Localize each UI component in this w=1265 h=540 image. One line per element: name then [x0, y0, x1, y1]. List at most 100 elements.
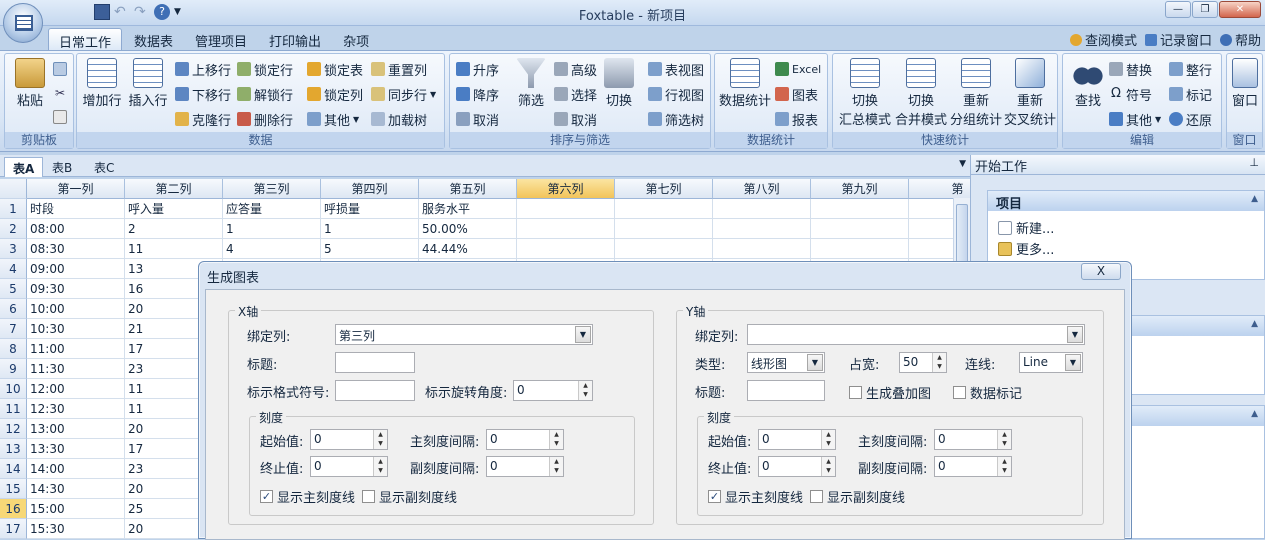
mark-button[interactable]: 标记: [1169, 84, 1212, 104]
unlock-row-button[interactable]: 解锁行: [237, 84, 293, 104]
record-window-link[interactable]: 记录窗口: [1144, 30, 1212, 49]
stacked-chart-checkbox[interactable]: 生成叠加图: [849, 383, 931, 402]
table-cell[interactable]: 1: [223, 219, 321, 239]
table-cell[interactable]: 5: [321, 239, 419, 259]
y-show-major-gridline-checkbox[interactable]: ✓ 显示主刻度线: [708, 487, 803, 506]
table-cell[interactable]: 10:30: [27, 319, 125, 339]
close-window-button[interactable]: ✕: [1219, 1, 1261, 18]
spinner-arrows-icon[interactable]: ▲ ▼: [997, 430, 1011, 449]
tab-data-table[interactable]: 数据表: [124, 28, 183, 50]
table-cell[interactable]: 12:30: [27, 399, 125, 419]
tab-misc[interactable]: 杂项: [333, 28, 379, 50]
dialog-close-button[interactable]: X: [1081, 263, 1121, 280]
spinner-arrows-icon[interactable]: ▲ ▼: [997, 457, 1011, 476]
chevron-down-icon[interactable]: ▼: [1067, 326, 1083, 343]
table-cell[interactable]: 50.00%: [419, 219, 517, 239]
table-cell[interactable]: 13:00: [27, 419, 125, 439]
app-menu-button[interactable]: [3, 3, 43, 43]
tab-manage-project[interactable]: 管理项目: [185, 28, 257, 50]
row-header[interactable]: 16: [0, 499, 27, 519]
collapse-icon[interactable]: ▲: [1251, 409, 1258, 419]
help-link[interactable]: 帮助: [1219, 30, 1261, 49]
y-start-value-stepper[interactable]: 0 ▲ ▼: [758, 429, 836, 450]
table-cell[interactable]: 11:00: [27, 339, 125, 359]
y-show-minor-gridline-checkbox[interactable]: 显示副刻度线: [810, 487, 905, 506]
data-other-button[interactable]: 其他 ▼: [307, 109, 359, 129]
data-stats-button[interactable]: 数据统计: [719, 58, 771, 109]
y-width-stepper[interactable]: 50 ▲ ▼: [899, 352, 947, 373]
collapse-icon[interactable]: ▲: [1251, 319, 1258, 329]
row-view-button[interactable]: 行视图: [648, 84, 704, 104]
row-header[interactable]: 11: [0, 399, 27, 419]
restore-button[interactable]: ❐: [1192, 1, 1218, 18]
filter-button[interactable]: 筛选: [508, 58, 554, 109]
x-end-value-stepper[interactable]: 0 ▲ ▼: [310, 456, 388, 477]
sort-cancel-button[interactable]: 取消: [456, 109, 499, 129]
spinner-arrows-icon[interactable]: ▲ ▼: [549, 430, 563, 449]
spinner-arrows-icon[interactable]: ▲ ▼: [578, 381, 592, 400]
advanced-filter-button[interactable]: 高级: [554, 59, 597, 79]
table-cell[interactable]: [615, 219, 713, 239]
collapse-icon[interactable]: ▲: [1251, 194, 1258, 204]
clone-row-button[interactable]: 克隆行: [175, 109, 231, 129]
table-row[interactable]: 3 08:30 11 4 5 44.44%: [0, 239, 970, 259]
minimize-button[interactable]: —: [1165, 1, 1191, 18]
row-header[interactable]: 4: [0, 259, 27, 279]
row-header[interactable]: 15: [0, 479, 27, 499]
row-header[interactable]: 9: [0, 359, 27, 379]
table-cell[interactable]: 14:30: [27, 479, 125, 499]
column-header[interactable]: 第一列: [27, 179, 125, 199]
spinner-arrows-icon[interactable]: ▲ ▼: [821, 457, 835, 476]
y-line-style-select[interactable]: Line ▼: [1019, 352, 1083, 373]
x-show-major-gridline-checkbox[interactable]: ✓ 显示主刻度线: [260, 487, 355, 506]
row-header[interactable]: 13: [0, 439, 27, 459]
row-header[interactable]: 10: [0, 379, 27, 399]
cut-icon[interactable]: ✂: [53, 86, 67, 100]
pin-icon[interactable]: ⊥: [1249, 156, 1259, 169]
table-cell[interactable]: 应答量: [223, 199, 321, 219]
column-header[interactable]: 第七列: [615, 179, 713, 199]
table-cell[interactable]: [713, 199, 811, 219]
y-major-interval-stepper[interactable]: 0 ▲ ▼: [934, 429, 1012, 450]
select-filter-button[interactable]: 选择: [554, 84, 597, 104]
row-header[interactable]: 12: [0, 419, 27, 439]
x-format-input[interactable]: [335, 380, 415, 401]
table-cell[interactable]: 1: [321, 219, 419, 239]
table-cell[interactable]: [517, 239, 615, 259]
table-cell[interactable]: [713, 219, 811, 239]
sheet-tab-c[interactable]: 表C: [86, 157, 122, 177]
spinner-arrows-icon[interactable]: ▲ ▼: [549, 457, 563, 476]
table-cell[interactable]: [713, 239, 811, 259]
y-end-value-stepper[interactable]: 0 ▲ ▼: [758, 456, 836, 477]
x-major-interval-stepper[interactable]: 0 ▲ ▼: [486, 429, 564, 450]
chevron-down-icon[interactable]: ▼: [575, 326, 591, 343]
restore-edit-button[interactable]: 还原: [1169, 109, 1212, 129]
scrollbar-thumb[interactable]: [956, 204, 968, 264]
table-cell[interactable]: [615, 199, 713, 219]
tab-daily-work[interactable]: 日常工作: [48, 28, 123, 51]
table-cell[interactable]: 4: [223, 239, 321, 259]
row-header[interactable]: 7: [0, 319, 27, 339]
y-title-input[interactable]: [747, 380, 825, 401]
column-header[interactable]: 第二列: [125, 179, 223, 199]
format-painter-icon[interactable]: [53, 110, 67, 124]
chevron-down-icon[interactable]: ▼: [807, 354, 823, 371]
table-cell[interactable]: [811, 219, 909, 239]
paste-button[interactable]: 粘贴: [7, 58, 53, 109]
spinner-arrows-icon[interactable]: ▲ ▼: [821, 430, 835, 449]
toggle-summary-mode-button[interactable]: 切换 汇总模式: [839, 58, 891, 128]
table-cell[interactable]: 时段: [27, 199, 125, 219]
table-cell[interactable]: 12:00: [27, 379, 125, 399]
table-cell[interactable]: 09:30: [27, 279, 125, 299]
sheet-tab-b[interactable]: 表B: [44, 157, 80, 177]
x-bind-column-select[interactable]: 第三列 ▼: [335, 324, 593, 345]
table-cell[interactable]: [517, 199, 615, 219]
column-header[interactable]: 第: [909, 179, 970, 199]
edit-other-button[interactable]: 其他 ▼: [1109, 109, 1161, 129]
table-cell[interactable]: 15:30: [27, 519, 125, 539]
x-start-value-stepper[interactable]: 0 ▲ ▼: [310, 429, 388, 450]
table-cell[interactable]: 08:00: [27, 219, 125, 239]
table-cell[interactable]: [517, 219, 615, 239]
reset-column-button[interactable]: 重置列: [371, 59, 427, 79]
table-view-button[interactable]: 表视图: [648, 59, 704, 79]
